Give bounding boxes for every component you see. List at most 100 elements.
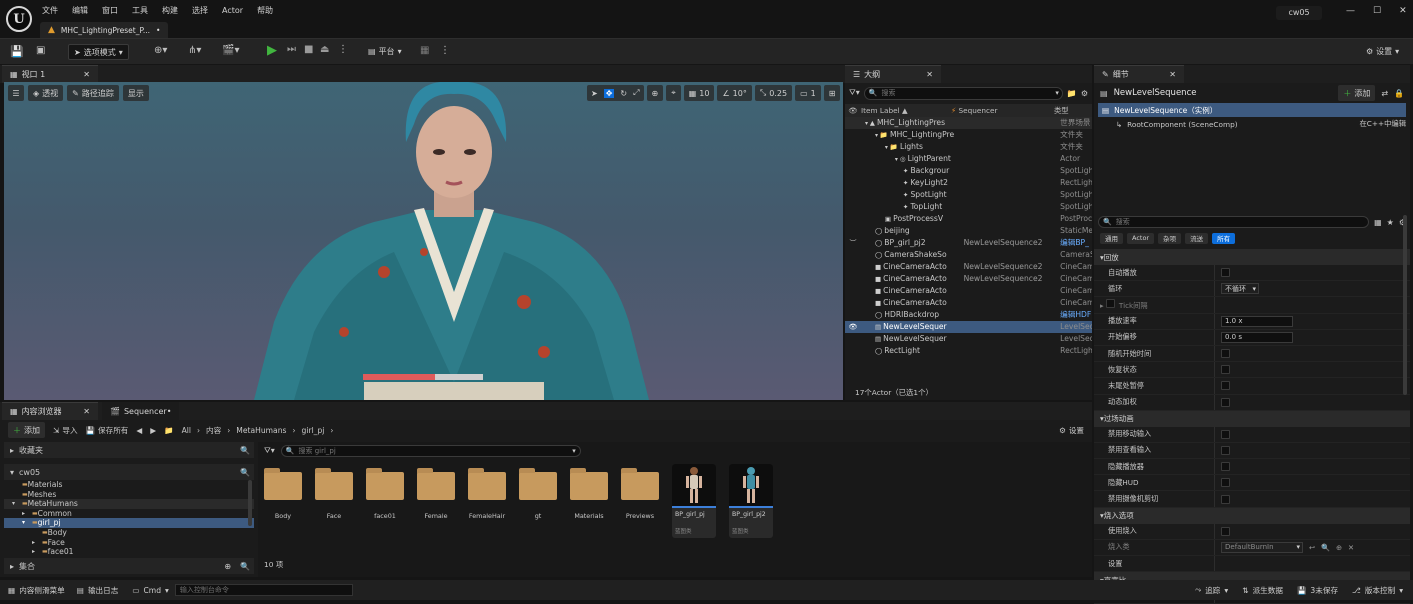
gear-icon[interactable]: ⚙	[1081, 89, 1088, 98]
menu-file[interactable]: 文件	[42, 5, 58, 16]
property-checkbox[interactable]	[1221, 526, 1230, 536]
stop-icon[interactable]: ■	[304, 44, 313, 55]
outliner-row[interactable]: ◯ beijing StaticMe	[845, 225, 1092, 237]
new-folder-icon[interactable]: 📁	[1067, 89, 1077, 98]
outliner-row[interactable]: ◯ RectLight RectLigh	[845, 345, 1092, 357]
property-input[interactable]: 1.0 x	[1221, 315, 1293, 327]
folder-tree-item[interactable]: ▬ Materials	[4, 480, 254, 490]
outliner-row[interactable]: ◯ HDRIBackdrop 编辑HDF	[845, 309, 1092, 321]
folder-tree-item[interactable]: ▸ ▬ Common	[4, 509, 254, 519]
asset-search[interactable]: 🔍 搜索 girl_pj ▾	[280, 445, 581, 457]
col-type[interactable]: 类型	[1054, 106, 1069, 116]
cmd-selector[interactable]: ▭ Cmd ▾	[118, 586, 169, 595]
outliner-row[interactable]: ▾ 📁 MHC_LightingPre 文件夹	[845, 129, 1092, 141]
reset-icon[interactable]: ↩	[1309, 543, 1315, 552]
property-category[interactable]: ▾ 烧入选项	[1094, 507, 1410, 524]
angle-snap-button[interactable]: ∠ 10°	[717, 85, 752, 101]
history-back-icon[interactable]: ◀	[136, 426, 142, 435]
col-item-label[interactable]: Item Label ▲	[861, 106, 951, 115]
crumb-metahumans[interactable]: MetaHumans	[236, 426, 286, 435]
menu-help[interactable]: 帮助	[257, 5, 273, 16]
table-view-icon[interactable]: ▦	[1374, 218, 1382, 227]
viewport-tab[interactable]: ▦ 视口 1 ✕	[2, 65, 98, 83]
expand-arrow-icon[interactable]: ▸	[32, 538, 42, 548]
close-icon[interactable]: ✕	[1399, 6, 1407, 16]
visibility-icon[interactable]: ︶	[845, 237, 861, 249]
folder-tile[interactable]: Materials	[570, 464, 608, 520]
property-checkbox[interactable]	[1221, 494, 1230, 504]
property-checkbox[interactable]	[1221, 365, 1230, 375]
favorites-header[interactable]: ▸ 收藏夹 🔍	[4, 442, 254, 458]
browse-icon[interactable]: 🔍	[1321, 543, 1330, 552]
property-checkbox[interactable]	[1221, 462, 1230, 472]
search-icon[interactable]: 🔍	[240, 468, 254, 477]
lock-icon[interactable]: 🔒	[1394, 89, 1404, 98]
property-category[interactable]: ▾ 回放	[1094, 249, 1410, 265]
browse-icon[interactable]: ▣	[36, 45, 45, 56]
move-icon[interactable]: ✥	[603, 88, 615, 98]
close-icon[interactable]: ✕	[83, 407, 90, 416]
property-checkbox[interactable]	[1221, 478, 1230, 488]
history-forward-icon[interactable]: ▶	[150, 426, 156, 435]
viewport[interactable]: ☰ ◈ 透视 ✎ 路径追踪 显示 ➤ ✥ ↻ ⤢ ⊕ ⌖ ▦ 10 ∠ 10°	[4, 82, 843, 400]
world-local-button[interactable]: ⊕	[646, 85, 664, 101]
add-actor-icon[interactable]: ⊕▾	[154, 45, 167, 56]
outliner-search[interactable]: 🔍 搜索 ▾	[863, 86, 1063, 100]
property-checkbox[interactable]	[1221, 381, 1230, 391]
folder-tree-item[interactable]: ▾ ▬ MetaHumans	[4, 499, 254, 509]
property-checkbox[interactable]	[1221, 397, 1230, 407]
unreal-logo[interactable]: U	[6, 6, 32, 32]
grid-snap-button[interactable]: ▦ 10	[683, 85, 715, 101]
close-icon[interactable]: ✕	[1169, 70, 1176, 79]
output-log-button[interactable]: ▤ 输出日志	[65, 585, 119, 596]
folder-tile[interactable]: face01	[366, 464, 404, 520]
play-options-icon[interactable]: ⋮	[338, 44, 348, 55]
outliner-row[interactable]: ︶ ◯ BP_girl_pj2 NewLevelSequence2 编辑BP_	[845, 237, 1092, 249]
instance-row[interactable]: ▤ NewLevelSequence（实例）	[1098, 103, 1406, 117]
details-scrollbar[interactable]	[1403, 215, 1407, 395]
menu-build[interactable]: 构建	[162, 5, 178, 16]
details-tab[interactable]: ✎ 细节 ✕	[1094, 65, 1184, 83]
crumb-girl-pj[interactable]: girl_pj	[302, 426, 325, 435]
property-dropdown[interactable]: DefaultBurnIn ▾	[1221, 541, 1303, 553]
content-drawer-button[interactable]: ▦ 内容侧滑菜单	[0, 585, 65, 596]
expand-arrow-icon[interactable]: ▾	[22, 518, 32, 528]
outliner-row[interactable]: ▾ ▲ MHC_LightingPres 世界场景	[845, 117, 1092, 129]
unsaved-button[interactable]: 💾 3未保存	[1297, 585, 1338, 596]
filter-actor[interactable]: Actor	[1127, 232, 1155, 244]
rotate-icon[interactable]: ↻	[620, 89, 627, 98]
outliner-row[interactable]: ■ CineCameraActo NewLevelSequence2 CineCam	[845, 261, 1092, 273]
outliner-row[interactable]: ◯ CameraShakeSo CameraS	[845, 249, 1092, 261]
folder-tree-item[interactable]: ▸ ▬ Face	[4, 538, 254, 548]
blueprint-asset-tile[interactable]: BP_girl_pj2 蓝图类	[729, 464, 773, 538]
outliner-row[interactable]: ■ CineCameraActo NewLevelSequence2 CineCam	[845, 273, 1092, 285]
surface-snap-button[interactable]: ⌖	[666, 85, 681, 101]
perspective-button[interactable]: ◈ 透视	[28, 85, 64, 101]
filter-streaming[interactable]: 流送	[1185, 232, 1209, 244]
viewport-menu-button[interactable]: ☰	[8, 85, 24, 101]
select-icon[interactable]: ➤	[591, 89, 598, 98]
filter-misc[interactable]: 杂项	[1158, 232, 1182, 244]
property-input[interactable]: 0.0 s	[1221, 331, 1293, 343]
path-tracing-button[interactable]: ✎ 路径追踪	[67, 85, 119, 101]
edit-cpp-link[interactable]: 在C++中编辑	[1359, 119, 1410, 129]
sequencer-tab[interactable]: 🎬 Sequencer•	[102, 402, 180, 420]
blueprint-icon[interactable]: ⇄	[1381, 89, 1388, 98]
close-icon[interactable]: ✕	[926, 70, 933, 79]
cb-add-button[interactable]: ＋ 添加	[8, 422, 45, 438]
import-button[interactable]: ⇲ 导入	[53, 425, 78, 436]
expand-arrow-icon[interactable]: ▾	[12, 499, 22, 509]
camera-speed-button[interactable]: ▭ 1	[795, 85, 821, 101]
source-control-button[interactable]: ⎇ 版本控制 ▾	[1352, 585, 1413, 596]
folder-tile[interactable]: Female	[417, 464, 455, 520]
outliner-row[interactable]: ✦ KeyLight2 RectLigh	[845, 177, 1092, 189]
filter-all[interactable]: 所有	[1212, 232, 1236, 244]
folder-tile[interactable]: FemaleHair	[468, 464, 506, 520]
menu-select[interactable]: 选择	[192, 5, 208, 16]
folder-tile[interactable]: gt	[519, 464, 557, 520]
add-component-button[interactable]: ＋ 添加	[1338, 85, 1376, 101]
outliner-row[interactable]: ✦ SpotLight SpotLigh	[845, 189, 1092, 201]
tree-scrollbar[interactable]	[248, 480, 252, 526]
tick-interval-checkbox[interactable]	[1105, 298, 1115, 308]
clear-icon[interactable]: ✕	[1348, 543, 1354, 552]
